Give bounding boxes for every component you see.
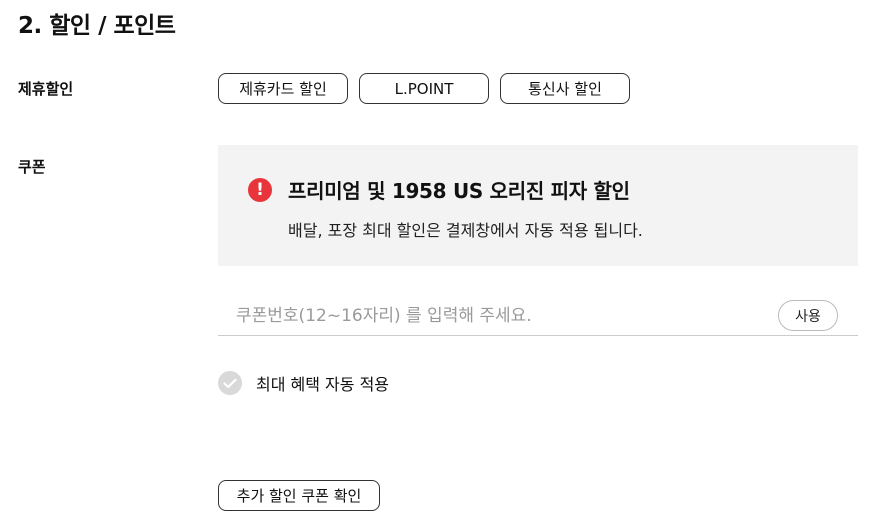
notice-description: 배달, 포장 최대 할인은 결제창에서 자동 적용 됩니다. bbox=[288, 221, 643, 240]
partner-discount-label: 제휴할인 bbox=[18, 80, 74, 98]
discount-points-section: 2. 할인 / 포인트 제휴할인 제휴카드 할인 L.POINT 통신사 할인 … bbox=[0, 0, 874, 519]
check-icon[interactable] bbox=[218, 371, 242, 395]
partner-card-discount-button[interactable]: 제휴카드 할인 bbox=[218, 73, 348, 104]
notice-title: 프리미엄 및 1958 US 오리진 피자 할인 bbox=[288, 179, 630, 203]
coupon-label: 쿠폰 bbox=[18, 158, 46, 176]
auto-apply-toggle[interactable]: 최대 혜택 자동 적용 bbox=[218, 371, 389, 395]
coupon-number-input[interactable] bbox=[236, 302, 766, 330]
exclamation-icon: ! bbox=[248, 178, 272, 202]
extra-coupon-check-button[interactable]: 추가 할인 쿠폰 확인 bbox=[218, 480, 380, 511]
coupon-input-row: 사용 bbox=[218, 296, 858, 336]
coupon-notice-box: ! 프리미엄 및 1958 US 오리진 피자 할인 배달, 포장 최대 할인은… bbox=[218, 145, 858, 266]
partner-discount-options: 제휴카드 할인 L.POINT 통신사 할인 bbox=[218, 73, 630, 104]
auto-apply-label: 최대 혜택 자동 적용 bbox=[256, 375, 390, 394]
lpoint-button[interactable]: L.POINT bbox=[359, 73, 489, 104]
section-title: 2. 할인 / 포인트 bbox=[18, 13, 176, 39]
use-coupon-button[interactable]: 사용 bbox=[778, 300, 838, 331]
telecom-discount-button[interactable]: 통신사 할인 bbox=[500, 73, 630, 104]
